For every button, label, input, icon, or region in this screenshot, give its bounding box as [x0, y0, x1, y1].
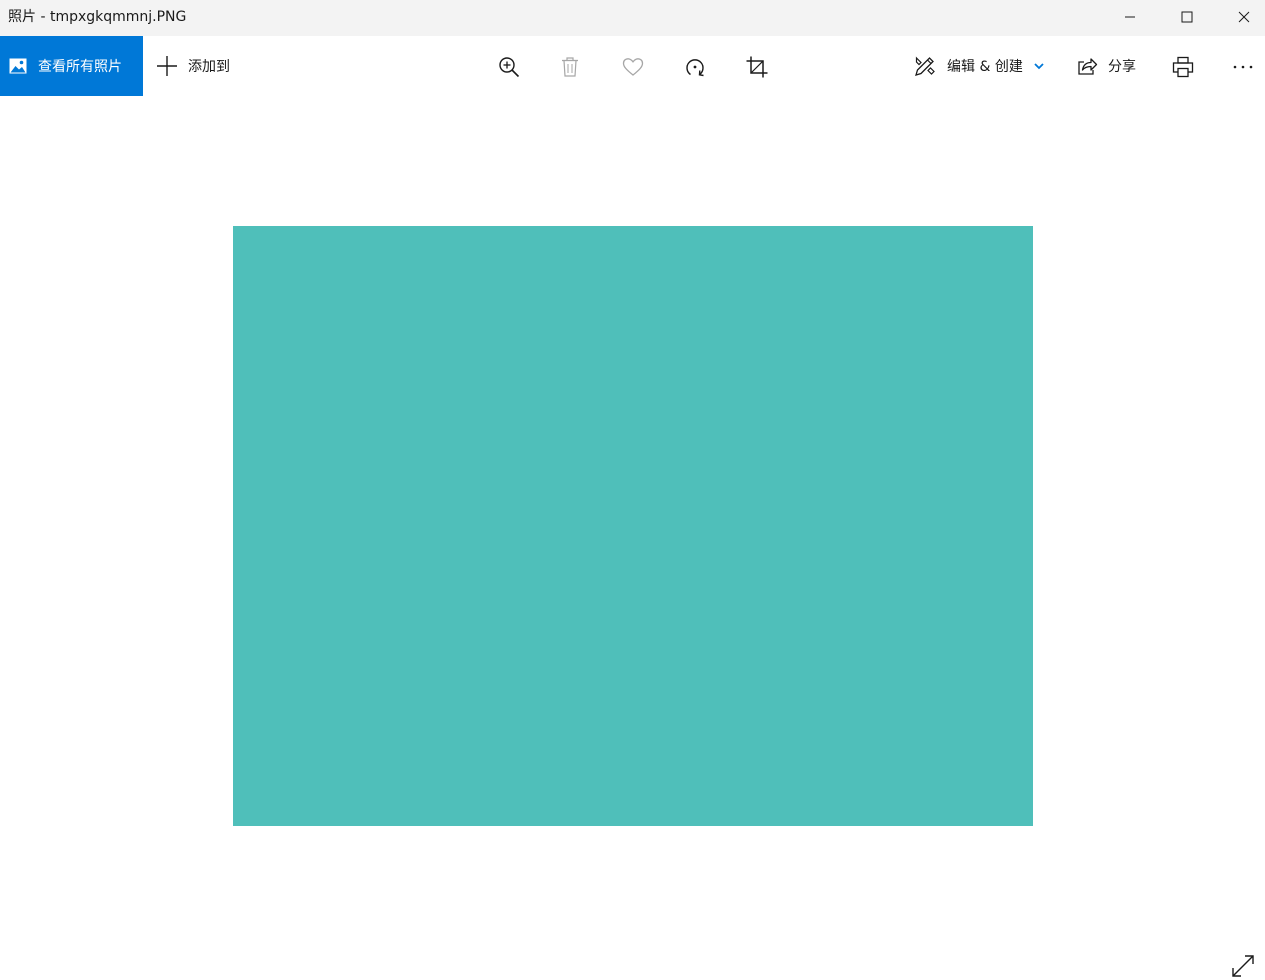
favorite-button[interactable]	[620, 54, 646, 80]
fullscreen-button[interactable]	[1229, 952, 1257, 980]
edit-create-label: 编辑 & 创建	[947, 59, 1023, 75]
expand-icon	[1232, 955, 1254, 977]
rotate-button[interactable]	[682, 54, 708, 80]
zoom-in-icon	[499, 57, 520, 78]
command-bar: 查看所有照片 添加到 编辑 & 创建 分享	[0, 36, 1265, 96]
add-to-label: 添加到	[188, 59, 230, 75]
favorite-icon	[622, 58, 644, 76]
more-icon	[1233, 65, 1253, 69]
share-icon	[1078, 58, 1098, 75]
chevron-down-icon	[1034, 63, 1044, 70]
edit-create-icon	[915, 56, 935, 76]
print-button[interactable]	[1170, 54, 1196, 80]
maximize-icon	[1181, 11, 1193, 23]
plus-icon	[157, 56, 177, 76]
edit-create-button[interactable]: 编辑 & 创建	[913, 36, 1045, 96]
photos-icon	[9, 58, 27, 74]
share-button[interactable]: 分享	[1076, 36, 1136, 96]
add-to-button[interactable]: 添加到	[155, 36, 230, 96]
rotate-icon	[686, 59, 704, 77]
maximize-button[interactable]	[1159, 0, 1215, 34]
more-options-button[interactable]	[1230, 54, 1256, 80]
crop-button[interactable]	[744, 54, 770, 80]
print-icon	[1172, 56, 1194, 78]
window-title: 照片 - tmpxgkqmmnj.PNG	[8, 9, 187, 25]
zoom-in-button[interactable]	[496, 54, 522, 80]
delete-icon	[562, 57, 578, 77]
photo-image	[233, 226, 1033, 826]
close-icon	[1238, 11, 1250, 23]
title-bar: 照片 - tmpxgkqmmnj.PNG	[0, 0, 1265, 36]
crop-icon	[746, 56, 768, 78]
minimize-icon	[1125, 16, 1135, 18]
delete-button[interactable]	[557, 54, 583, 80]
view-all-photos-button[interactable]: 查看所有照片	[0, 36, 143, 96]
close-button[interactable]	[1216, 0, 1265, 34]
minimize-button[interactable]	[1102, 0, 1158, 34]
share-label: 分享	[1108, 59, 1136, 75]
view-all-photos-label: 查看所有照片	[38, 59, 122, 75]
